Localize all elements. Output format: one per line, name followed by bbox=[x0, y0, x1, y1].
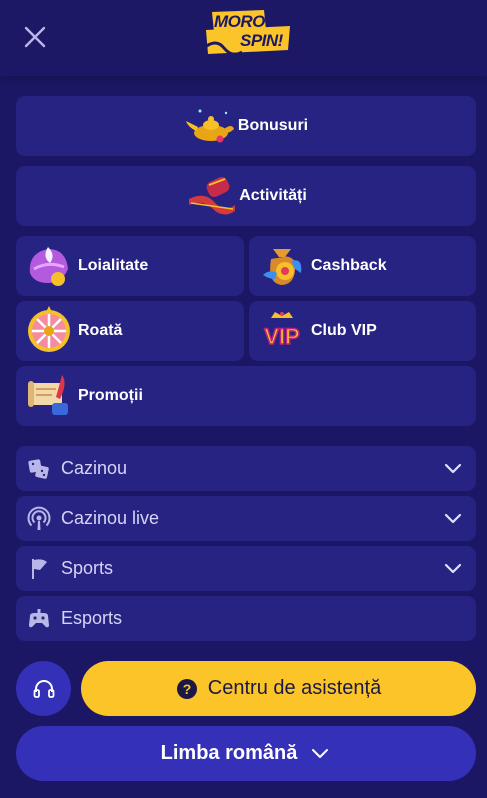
scroll-quill-icon bbox=[28, 375, 68, 415]
menu-item-live-casino[interactable]: Cazinou live bbox=[16, 496, 476, 541]
brand-logo[interactable]: MORO SPIN! bbox=[200, 8, 292, 60]
casino-label: Cazinou bbox=[61, 458, 128, 478]
cashback-label: Cashback bbox=[311, 257, 387, 274]
menu-item-sports[interactable]: Sports bbox=[16, 546, 476, 591]
vip-club-card[interactable]: VIP Club VIP bbox=[249, 301, 476, 361]
loyalty-turban-icon bbox=[29, 247, 68, 286]
dice-icon bbox=[28, 458, 49, 479]
fortune-wheel-icon bbox=[28, 306, 70, 352]
language-selector[interactable]: Limba română bbox=[16, 726, 476, 781]
logo-text-bottom: SPIN! bbox=[240, 31, 283, 50]
top-bar: MORO SPIN! bbox=[0, 0, 487, 76]
bonuses-card[interactable]: Bonusuri bbox=[16, 96, 476, 156]
loyalty-card[interactable]: Loialitate bbox=[16, 236, 244, 296]
loyalty-label: Loialitate bbox=[78, 257, 149, 274]
bonuses-label: Bonusuri bbox=[237, 117, 309, 134]
sports-flag-icon bbox=[32, 558, 47, 579]
cashback-card[interactable]: Cashback bbox=[249, 236, 476, 296]
headset-icon bbox=[33, 679, 54, 698]
language-label: Limba română bbox=[160, 742, 298, 764]
vip-club-label: Club VIP bbox=[311, 322, 377, 339]
chevron-down-icon bbox=[312, 748, 329, 758]
menu-item-casino[interactable]: Cazinou bbox=[16, 446, 476, 491]
question-glyph: ? bbox=[183, 681, 192, 697]
money-bag-icon bbox=[263, 249, 302, 285]
help-center-label: Centru de asistență bbox=[207, 677, 382, 699]
live-support-button[interactable] bbox=[16, 661, 71, 716]
wheel-card[interactable]: Roată bbox=[16, 301, 244, 361]
vip-badge-text: VIP bbox=[264, 324, 299, 349]
activities-label: Activități bbox=[239, 187, 307, 204]
chevron-down-icon bbox=[444, 513, 462, 524]
help-center-button[interactable]: ? Centru de asistență bbox=[81, 661, 476, 716]
question-icon: ? bbox=[176, 678, 197, 699]
flying-carpet-icon bbox=[189, 177, 236, 215]
activities-card[interactable]: Activități bbox=[16, 166, 476, 226]
menu-item-esports[interactable]: Esports bbox=[16, 596, 476, 641]
promotions-card[interactable]: Promoții bbox=[16, 366, 476, 426]
esports-label: Esports bbox=[61, 608, 123, 628]
chevron-down-icon bbox=[444, 463, 462, 474]
wheel-label: Roată bbox=[78, 322, 123, 339]
game-controller-icon bbox=[29, 608, 49, 627]
live-casino-label: Cazinou live bbox=[61, 508, 160, 528]
magic-lamp-icon bbox=[185, 109, 234, 143]
promotions-label: Promoții bbox=[78, 387, 143, 404]
logo-text-top: MORO bbox=[214, 12, 265, 31]
close-icon[interactable] bbox=[22, 24, 48, 50]
chevron-down-icon bbox=[444, 563, 462, 574]
sports-label: Sports bbox=[61, 558, 114, 578]
vip-crown-icon: VIP bbox=[264, 312, 300, 350]
broadcast-icon bbox=[27, 506, 51, 530]
